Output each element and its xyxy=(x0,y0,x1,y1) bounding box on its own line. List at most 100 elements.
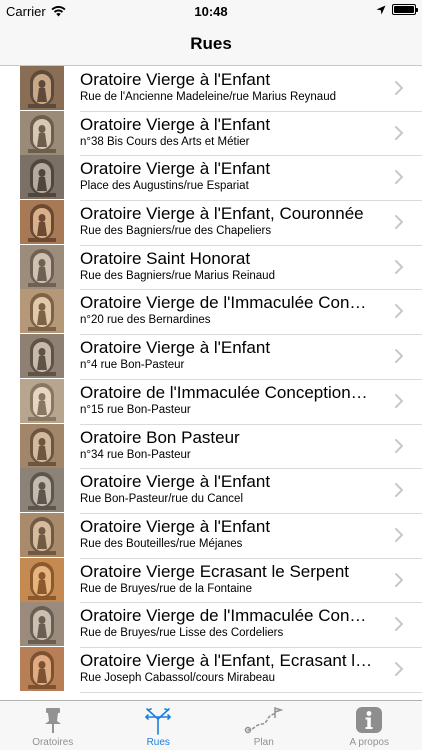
location-arrow-icon xyxy=(376,5,386,14)
oratoire-thumbnail xyxy=(20,378,64,423)
list-item[interactable]: Oratoire Vierge Ecrasant le Serpent Rue d… xyxy=(0,557,422,603)
row-title: Oratoire Vierge à l'Enfant, Ecrasant l… xyxy=(80,650,373,670)
row-text: Oratoire Bon Pasteur n°34 rue Bon-Pasteur xyxy=(80,427,384,463)
page-title: Rues xyxy=(190,34,232,53)
tab-label: A propos xyxy=(349,737,389,748)
row-text: Oratoire Saint Honorat Rue des Bagniers/r… xyxy=(80,248,384,284)
row-subtitle: Place des Augustins/rue Espariat xyxy=(80,180,249,193)
row-text: Oratoire Vierge à l'Enfant Rue de l'Ancie… xyxy=(80,69,384,105)
chevron-right-icon xyxy=(394,527,404,543)
row-title: Oratoire Vierge à l'Enfant xyxy=(80,70,271,89)
row-title: Oratoire Vierge de l'Immaculée Con… xyxy=(80,293,367,313)
oratoire-thumbnail xyxy=(20,468,64,513)
list-item[interactable]: Oratoire Vierge de l'Immaculée Con… Rue d… xyxy=(0,602,422,648)
chevron-right-icon xyxy=(394,482,404,498)
chevron-right-icon xyxy=(394,303,404,319)
tab-label: Rues xyxy=(146,737,170,748)
list-item[interactable]: Oratoire Vierge à l'Enfant Rue de l'Ancie… xyxy=(0,66,422,112)
row-subtitle: Rue des Bouteilles/rue Méjanes xyxy=(80,537,243,550)
oratoire-thumbnail xyxy=(20,602,64,647)
row-text: Oratoire de l'Immaculée Conception… n°15 … xyxy=(80,382,384,418)
list-item[interactable]: Oratoire de l'Immaculée Conception… n°15 … xyxy=(0,378,422,425)
row-subtitle: Rue des Bagniers/rue Marius Reinaud xyxy=(80,269,275,282)
list-item[interactable]: Oratoire Vierge à l'Enfant Rue Bon-Pasteu… xyxy=(0,468,422,514)
oratoire-thumbnail xyxy=(20,289,64,334)
status-bar: Carrier 10:48 xyxy=(0,0,422,22)
chevron-right-icon xyxy=(394,169,404,185)
oratoire-thumbnail xyxy=(20,334,64,379)
chevron-right-icon xyxy=(394,393,404,409)
status-time: 10:48 xyxy=(194,4,228,19)
row-subtitle: n°38 Bis Cours des Arts et Métier xyxy=(80,135,250,148)
row-text: Oratoire Vierge à l'Enfant Rue des Boutei… xyxy=(80,516,384,552)
row-title: Oratoire Vierge à l'Enfant xyxy=(80,338,271,358)
chevron-right-icon xyxy=(394,616,404,632)
row-title: Oratoire Bon Pasteur xyxy=(80,427,240,447)
list-item[interactable]: Oratoire Vierge à l'Enfant Rue des Boutei… xyxy=(0,512,422,559)
row-subtitle: Rue de Bruyes/rue de la Fontaine xyxy=(80,582,252,595)
row-subtitle: n°4 rue Bon-Pasteur xyxy=(80,359,185,372)
info-icon xyxy=(356,707,383,733)
row-subtitle: n°34 rue Bon-Pasteur xyxy=(80,448,191,461)
row-title: Oratoire Vierge à l'Enfant xyxy=(80,114,271,134)
row-text: Oratoire Vierge à l'Enfant Place des Augu… xyxy=(80,158,384,194)
row-title: Oratoire Vierge à l'Enfant, Couronnée xyxy=(80,204,364,224)
chevron-right-icon xyxy=(394,348,404,364)
chevron-right-icon xyxy=(394,572,404,588)
status-right xyxy=(376,4,418,15)
list-item[interactable]: Oratoire Vierge à l'Enfant Place des Augu… xyxy=(0,155,422,201)
tab-label: Plan xyxy=(253,737,274,748)
list-item[interactable]: Oratoire Vierge de l'Immaculée Con… n°20 … xyxy=(0,289,422,335)
oratoire-thumbnail xyxy=(20,66,64,110)
tab-rues[interactable]: Rues xyxy=(106,701,212,750)
pin-icon xyxy=(44,708,61,733)
navigation-bar: Rues xyxy=(0,22,422,66)
row-text: Oratoire Vierge de l'Immaculée Con… n°20 … xyxy=(80,292,384,328)
row-title: Oratoire Vierge à l'Enfant xyxy=(80,472,271,492)
oratoire-thumbnail xyxy=(20,423,64,468)
chevron-right-icon xyxy=(394,259,404,275)
row-title: Oratoire Vierge de l'Immaculée Con… xyxy=(80,606,367,626)
list-item[interactable]: Oratoire Vierge à l'Enfant, Ecrasant l… R… xyxy=(0,646,422,693)
list-item[interactable]: Oratoire Saint Honorat Rue des Bagniers/r… xyxy=(0,244,422,291)
row-title: Oratoire Vierge Ecrasant le Serpent xyxy=(80,561,349,581)
row-text: Oratoire Vierge à l'Enfant n°4 rue Bon-Pa… xyxy=(80,337,384,373)
row-subtitle: Rue Bon-Pasteur/rue du Cancel xyxy=(80,493,244,506)
route-icon xyxy=(244,706,284,734)
chevron-right-icon xyxy=(394,438,404,454)
row-subtitle: Rue Joseph Cabassol/cours Mirabeau xyxy=(80,671,275,684)
tab-bar: Oratoires Rues Plan A propos xyxy=(0,700,422,750)
row-text: Oratoire Vierge à l'Enfant Rue Bon-Pasteu… xyxy=(80,471,384,507)
tab-oratoires[interactable]: Oratoires xyxy=(0,701,106,750)
tab-label: Oratoires xyxy=(32,737,74,748)
chevron-right-icon xyxy=(394,661,404,677)
row-subtitle: Rue des Bagniers/rue des Chapeliers xyxy=(80,225,272,238)
list-item[interactable]: Oratoire Bon Pasteur n°34 rue Bon-Pasteur xyxy=(0,423,422,469)
list-item[interactable]: Oratoire Vierge à l'Enfant n°38 Bis Cours… xyxy=(0,110,422,157)
list-item[interactable]: Oratoire Vierge à l'Enfant, Couronnée Rue… xyxy=(0,200,422,246)
list-item[interactable]: Oratoire Vierge à l'Enfant n°4 rue Bon-Pa… xyxy=(0,334,422,380)
row-text: Oratoire Vierge de l'Immaculée Con… Rue d… xyxy=(80,605,384,641)
row-title: Oratoire Vierge à l'Enfant xyxy=(80,159,271,179)
chevron-right-icon xyxy=(394,80,404,96)
battery-icon xyxy=(392,4,418,15)
row-text: Oratoire Vierge à l'Enfant n°38 Bis Cours… xyxy=(80,114,384,150)
oratoire-thumbnail xyxy=(20,110,64,155)
streets-list[interactable]: Oratoire Vierge à l'Enfant Rue de l'Ancie… xyxy=(0,66,422,700)
row-subtitle: Rue de l'Ancienne Madeleine/rue Marius R… xyxy=(80,91,336,103)
row-text: Oratoire Vierge à l'Enfant, Ecrasant l… R… xyxy=(80,650,384,686)
row-title: Oratoire Saint Honorat xyxy=(80,248,251,268)
oratoire-thumbnail xyxy=(20,646,64,691)
oratoire-thumbnail xyxy=(20,512,64,557)
tab-plan[interactable]: Plan xyxy=(211,701,317,750)
row-text: Oratoire Vierge à l'Enfant, Couronnée Rue… xyxy=(80,203,384,239)
oratoire-thumbnail xyxy=(20,155,64,200)
row-subtitle: Rue de Bruyes/rue Lisse des Cordeliers xyxy=(80,627,284,640)
oratoire-thumbnail xyxy=(20,244,64,289)
oratoire-thumbnail xyxy=(20,200,64,245)
row-text: Oratoire Vierge Ecrasant le Serpent Rue d… xyxy=(80,561,384,597)
row-subtitle: n°15 rue Bon-Pasteur xyxy=(80,403,191,416)
oratoire-thumbnail xyxy=(20,557,64,602)
tab-a-propos[interactable]: A propos xyxy=(317,701,422,750)
chevron-right-icon xyxy=(394,214,404,230)
